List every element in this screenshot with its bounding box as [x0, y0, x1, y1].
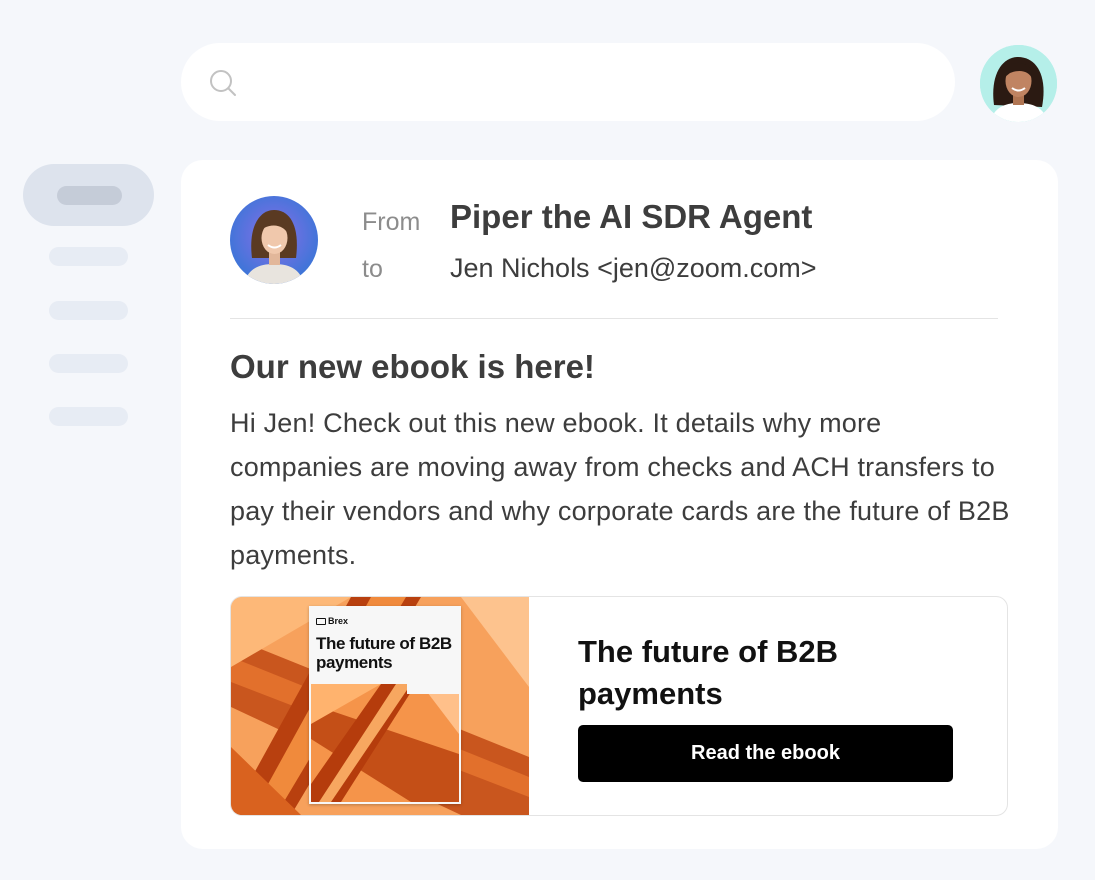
- ebook-cover-image[interactable]: Brex The future of B2B payments: [231, 597, 529, 815]
- sidebar-item-placeholder: [57, 186, 122, 205]
- to-label: to: [362, 255, 383, 283]
- from-label: From: [362, 208, 421, 236]
- brand-logo-icon: [316, 618, 326, 625]
- ebook-cover-art: [311, 684, 459, 802]
- ebook-card[interactable]: Brex The future of B2B payments The futu…: [230, 596, 1008, 816]
- ebook-cover-art-icon: [311, 684, 459, 802]
- email-subject: Our new ebook is here!: [230, 348, 595, 385]
- email-body: Hi Jen! Check out this new ebook. It det…: [230, 408, 1010, 570]
- sidebar-item-selected[interactable]: [23, 164, 154, 226]
- ebook-title: The future of B2B payments: [578, 634, 839, 711]
- ebook-cover-title: The future of B2B payments: [316, 634, 452, 672]
- sender-name: Piper the AI SDR Agent: [450, 198, 813, 235]
- divider: [230, 318, 998, 319]
- user-avatar[interactable]: [980, 45, 1057, 122]
- read-ebook-button[interactable]: Read the ebook: [578, 725, 953, 782]
- search-icon: [210, 70, 236, 96]
- brand-name: Brex: [328, 616, 349, 626]
- user-avatar-photo-icon: [980, 45, 1057, 122]
- sidebar-item-placeholder[interactable]: [49, 247, 128, 266]
- recipient-address: Jen Nichols <jen@zoom.com>: [450, 253, 817, 283]
- sidebar-item-placeholder[interactable]: [49, 301, 128, 320]
- ebook-book: Brex The future of B2B payments: [309, 606, 461, 804]
- email-card: From to Piper the AI SDR Agent Jen Nicho…: [181, 160, 1058, 849]
- sidebar-item-placeholder[interactable]: [49, 407, 128, 426]
- search-bar[interactable]: [181, 43, 955, 121]
- brand-logo: Brex: [316, 616, 348, 626]
- sidebar-item-placeholder[interactable]: [49, 354, 128, 373]
- sender-avatar: [230, 196, 318, 284]
- sender-avatar-photo-icon: [230, 196, 318, 284]
